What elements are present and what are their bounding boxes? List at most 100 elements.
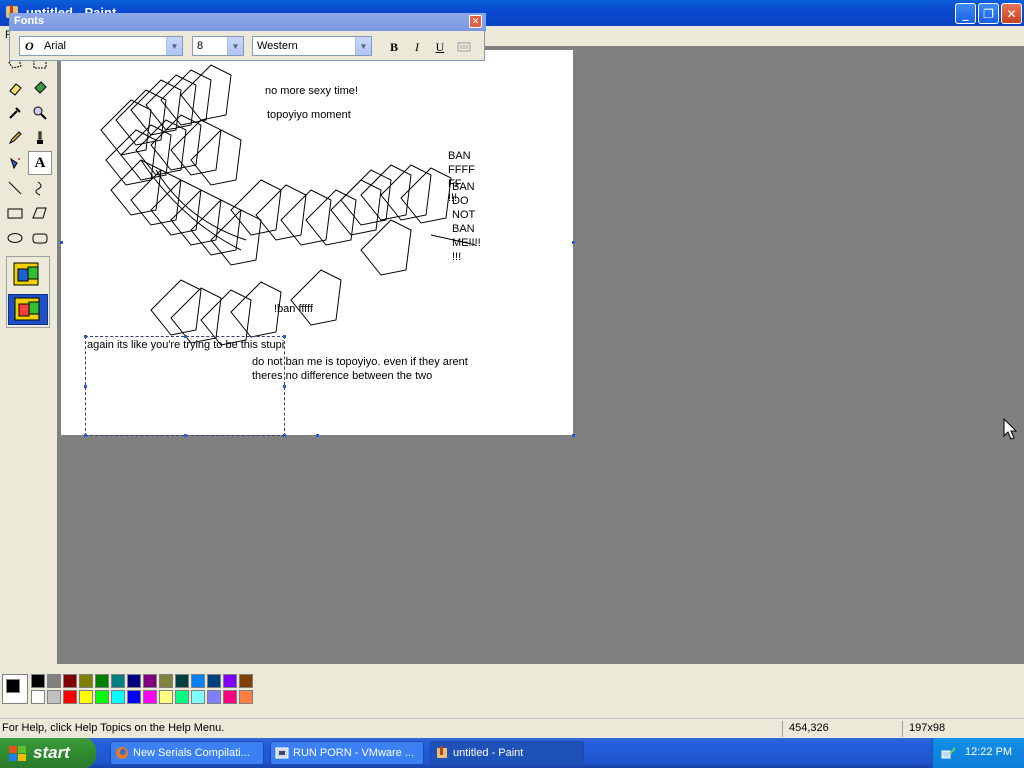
font-size-select[interactable]: 8 ▼ <box>192 36 244 56</box>
palette-swatch[interactable] <box>63 674 77 688</box>
palette-swatch[interactable] <box>159 674 173 688</box>
palette-swatch[interactable] <box>95 674 109 688</box>
text-entry-content[interactable]: again its like you're trying to be this … <box>87 338 284 352</box>
chevron-down-icon[interactable]: ▼ <box>355 37 371 55</box>
textbox-handle[interactable] <box>84 385 87 388</box>
palette-swatch[interactable] <box>47 690 61 704</box>
foreground-color[interactable] <box>6 679 20 693</box>
palette-swatch[interactable] <box>191 674 205 688</box>
canvas-text-ban-do-not: BAN DO NOT BAN ME!!!! !!! <box>452 181 481 263</box>
textbox-handle[interactable] <box>184 434 187 437</box>
rectangle-tool[interactable] <box>3 201 27 225</box>
font-name-select[interactable]: O Arial ▼ <box>19 36 183 56</box>
textbox-handle[interactable] <box>84 434 87 437</box>
palette-swatch[interactable] <box>127 674 141 688</box>
minimize-button[interactable]: _ <box>955 3 976 24</box>
status-help-text: For Help, click Help Topics on the Help … <box>2 722 225 734</box>
brush-tool[interactable] <box>28 126 52 150</box>
start-button[interactable]: start <box>0 738 96 768</box>
close-icon: ✕ <box>471 16 480 27</box>
taskbar: start New Serials Compilati... RUN PORN … <box>0 738 1024 768</box>
text-tool[interactable]: A <box>28 151 52 175</box>
polygon-tool[interactable] <box>28 201 52 225</box>
taskbar-item-vmware[interactable]: RUN PORN - VMware ... <box>270 741 424 765</box>
airbrush-icon <box>10 157 20 170</box>
network-icon[interactable] <box>941 745 957 761</box>
toolbox: A <box>0 46 57 664</box>
palette-swatch[interactable] <box>143 690 157 704</box>
canvas-text-ban-small: !ban fffff <box>274 303 313 315</box>
eraser-tool[interactable] <box>3 76 27 100</box>
minimize-icon: _ <box>962 6 969 21</box>
restore-icon: ❐ <box>983 6 994 21</box>
canvas-resize-handle-right[interactable] <box>572 241 575 244</box>
palette-swatch[interactable] <box>175 690 189 704</box>
underline-button[interactable]: U <box>431 38 449 56</box>
transparent-mode-icon <box>14 297 40 321</box>
pencil-tool[interactable] <box>3 126 27 150</box>
palette-swatch[interactable] <box>95 690 109 704</box>
clock[interactable]: 12:22 PM <box>965 746 1012 758</box>
transparent-background-option[interactable] <box>8 294 48 325</box>
eraser-icon <box>9 83 22 96</box>
rounded-rect-tool[interactable] <box>28 226 52 250</box>
palette-swatch[interactable] <box>63 690 77 704</box>
textbox-handle[interactable] <box>283 385 286 388</box>
fonts-toolbar-titlebar[interactable]: Fonts ✕ <box>10 13 486 31</box>
ellipse-tool[interactable] <box>3 226 27 250</box>
fonts-close-button[interactable]: ✕ <box>469 15 482 28</box>
palette-swatch[interactable] <box>47 674 61 688</box>
palette-swatch[interactable] <box>111 690 125 704</box>
textbox-handle[interactable] <box>283 434 286 437</box>
maximize-button[interactable]: ❐ <box>978 3 999 24</box>
palette-swatch[interactable] <box>159 690 173 704</box>
polygon-icon <box>32 207 47 219</box>
script-select[interactable]: Western ▼ <box>252 36 372 56</box>
palette-swatch[interactable] <box>223 674 237 688</box>
chevron-down-icon[interactable]: ▼ <box>166 37 182 55</box>
airbrush-tool[interactable] <box>3 151 27 175</box>
eyedropper-icon <box>9 107 21 119</box>
opaque-mode-icon <box>13 262 39 286</box>
italic-button[interactable]: I <box>408 38 426 56</box>
brush-icon <box>37 131 43 144</box>
taskbar-item-firefox[interactable]: New Serials Compilati... <box>110 741 264 765</box>
palette-swatch[interactable] <box>143 674 157 688</box>
magnifier-tool[interactable] <box>28 101 52 125</box>
close-button[interactable]: ✕ <box>1001 3 1022 24</box>
palette-swatch[interactable] <box>79 674 93 688</box>
palette-swatch[interactable] <box>31 690 45 704</box>
palette-swatch[interactable] <box>207 690 221 704</box>
text-entry-box[interactable]: again its like you're trying to be this … <box>84 335 286 437</box>
vertical-text-button[interactable] <box>455 38 473 56</box>
palette-swatch[interactable] <box>223 690 237 704</box>
font-size-value: 8 <box>197 40 204 52</box>
taskbar-item-paint[interactable]: untitled - Paint <box>430 741 584 765</box>
current-colors[interactable] <box>2 674 28 704</box>
opaque-background-option[interactable] <box>10 261 46 289</box>
chevron-down-icon[interactable]: ▼ <box>227 37 243 55</box>
canvas-resize-handle-left[interactable] <box>60 241 63 244</box>
script-value: Western <box>257 40 298 52</box>
palette-swatch[interactable] <box>79 690 93 704</box>
fill-tool[interactable] <box>28 76 52 100</box>
palette-swatch[interactable] <box>111 674 125 688</box>
status-bar: For Help, click Help Topics on the Help … <box>0 718 1024 738</box>
canvas-resize-handle-corner[interactable] <box>572 434 575 437</box>
palette-swatch[interactable] <box>127 690 141 704</box>
palette-swatch[interactable] <box>239 690 253 704</box>
curve-tool[interactable] <box>28 176 52 200</box>
palette-swatch[interactable] <box>239 674 253 688</box>
color-picker-tool[interactable] <box>3 101 27 125</box>
palette-swatch[interactable] <box>191 690 205 704</box>
line-tool[interactable] <box>3 176 27 200</box>
vertical-text-icon <box>457 42 471 52</box>
fonts-toolbar-title: Fonts <box>14 15 44 27</box>
status-divider <box>782 721 783 737</box>
palette-swatch[interactable] <box>175 674 189 688</box>
canvas-resize-handle-bottom[interactable] <box>316 434 319 437</box>
palette-swatch[interactable] <box>31 674 45 688</box>
bold-button[interactable]: B <box>385 38 403 56</box>
palette-swatch[interactable] <box>207 674 221 688</box>
font-name-value: Arial <box>44 40 67 52</box>
